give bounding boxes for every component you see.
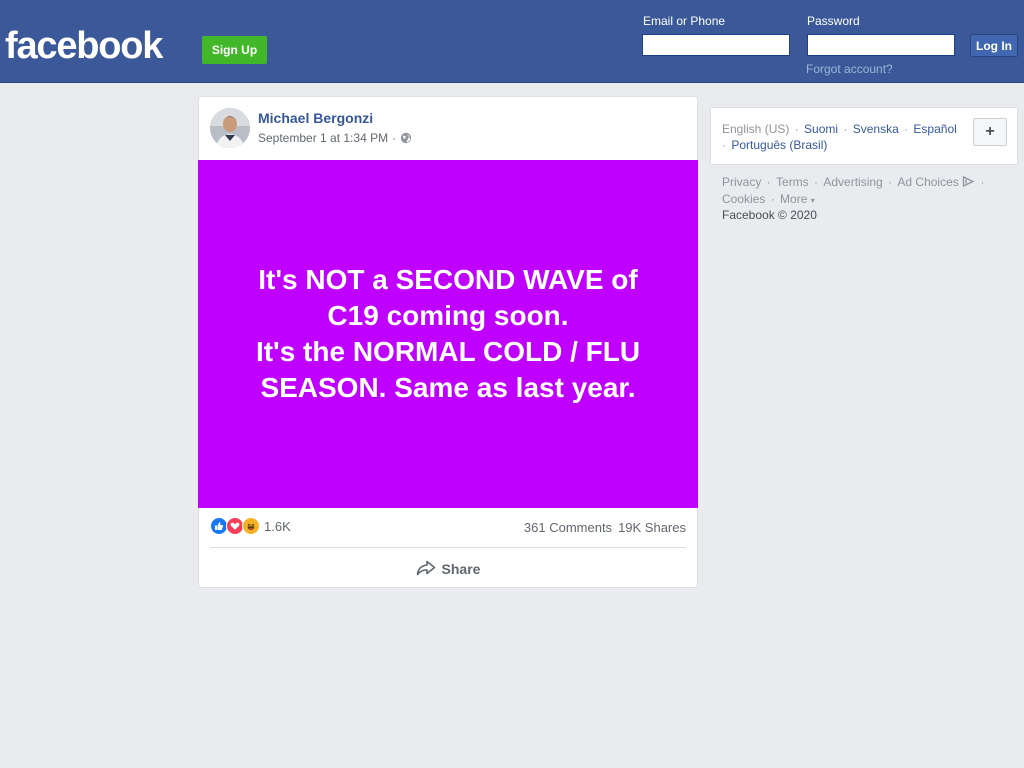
avatar-image [210, 108, 250, 148]
footer-link-privacy[interactable]: Privacy [722, 175, 761, 189]
language-link[interactable]: Suomi [804, 122, 838, 136]
image-text-line: It's the NORMAL COLD / FLU [255, 336, 641, 367]
shares-count[interactable]: 19K Shares [618, 520, 686, 535]
globe-icon [400, 132, 412, 144]
post-author[interactable]: Michael Bergonzi [258, 110, 373, 126]
share-label: Share [441, 561, 481, 577]
login-button[interactable]: Log In [970, 34, 1018, 57]
footer-link-more[interactable]: More ▾ [780, 192, 815, 206]
caret-down-icon: ▾ [810, 196, 815, 205]
post-image-text: It's NOT a SECOND WAVE of C19 coming soo… [228, 262, 668, 406]
post-card: Michael Bergonzi September 1 at 1:34 PM … [198, 96, 698, 588]
forgot-account-link[interactable]: Forgot account? [806, 62, 893, 76]
email-label: Email or Phone [643, 14, 726, 28]
footer-link-ad-choices[interactable]: Ad Choices [897, 175, 975, 189]
current-language: English (US) [722, 122, 790, 136]
copyright: Facebook © 2020 [722, 208, 817, 222]
reactions-summary[interactable]: 1.6K [210, 517, 291, 535]
post-image[interactable]: It's NOT a SECOND WAVE of C19 coming soo… [198, 160, 698, 508]
facebook-logo[interactable]: facebook [5, 24, 163, 68]
language-box: English (US) · Suomi · Svenska · Español… [710, 107, 1018, 165]
password-label: Password [807, 14, 860, 28]
meta-separator: · [392, 131, 397, 145]
ad-choices-icon [962, 175, 975, 188]
language-link[interactable]: Español [913, 122, 956, 136]
footer-link-cookies[interactable]: Cookies [722, 192, 765, 206]
footer-link-advertising[interactable]: Advertising [823, 175, 882, 189]
password-field[interactable] [807, 34, 955, 56]
comments-count[interactable]: 361 Comments [524, 520, 612, 535]
avatar[interactable] [210, 108, 250, 148]
language-link[interactable]: Português (Brasil) [731, 138, 827, 152]
language-link[interactable]: Svenska [853, 122, 899, 136]
top-bar: facebook Sign Up Email or Phone Password… [0, 0, 1024, 83]
add-language-button[interactable]: + [973, 118, 1007, 146]
post-stats: 361 Comments 19K Shares [524, 520, 686, 535]
footer-links: Privacy · Terms · Advertising · Ad Choic… [722, 175, 985, 206]
haha-icon [242, 517, 260, 535]
share-icon [416, 560, 436, 579]
image-text-line: SEASON. Same as last year. [260, 372, 636, 403]
language-list: English (US) · Suomi · Svenska · Español… [722, 122, 957, 152]
post-timestamp[interactable]: September 1 at 1:34 PM [258, 131, 388, 145]
post-meta: September 1 at 1:34 PM · [258, 131, 412, 145]
image-text-line: C19 coming soon. [327, 300, 569, 331]
footer-link-terms[interactable]: Terms [776, 175, 809, 189]
divider [210, 547, 686, 548]
share-button[interactable]: Share [199, 555, 697, 583]
image-text-line: It's NOT a SECOND WAVE of [258, 264, 638, 295]
signup-button[interactable]: Sign Up [202, 36, 267, 64]
email-field[interactable] [642, 34, 790, 56]
reaction-count[interactable]: 1.6K [264, 519, 291, 534]
